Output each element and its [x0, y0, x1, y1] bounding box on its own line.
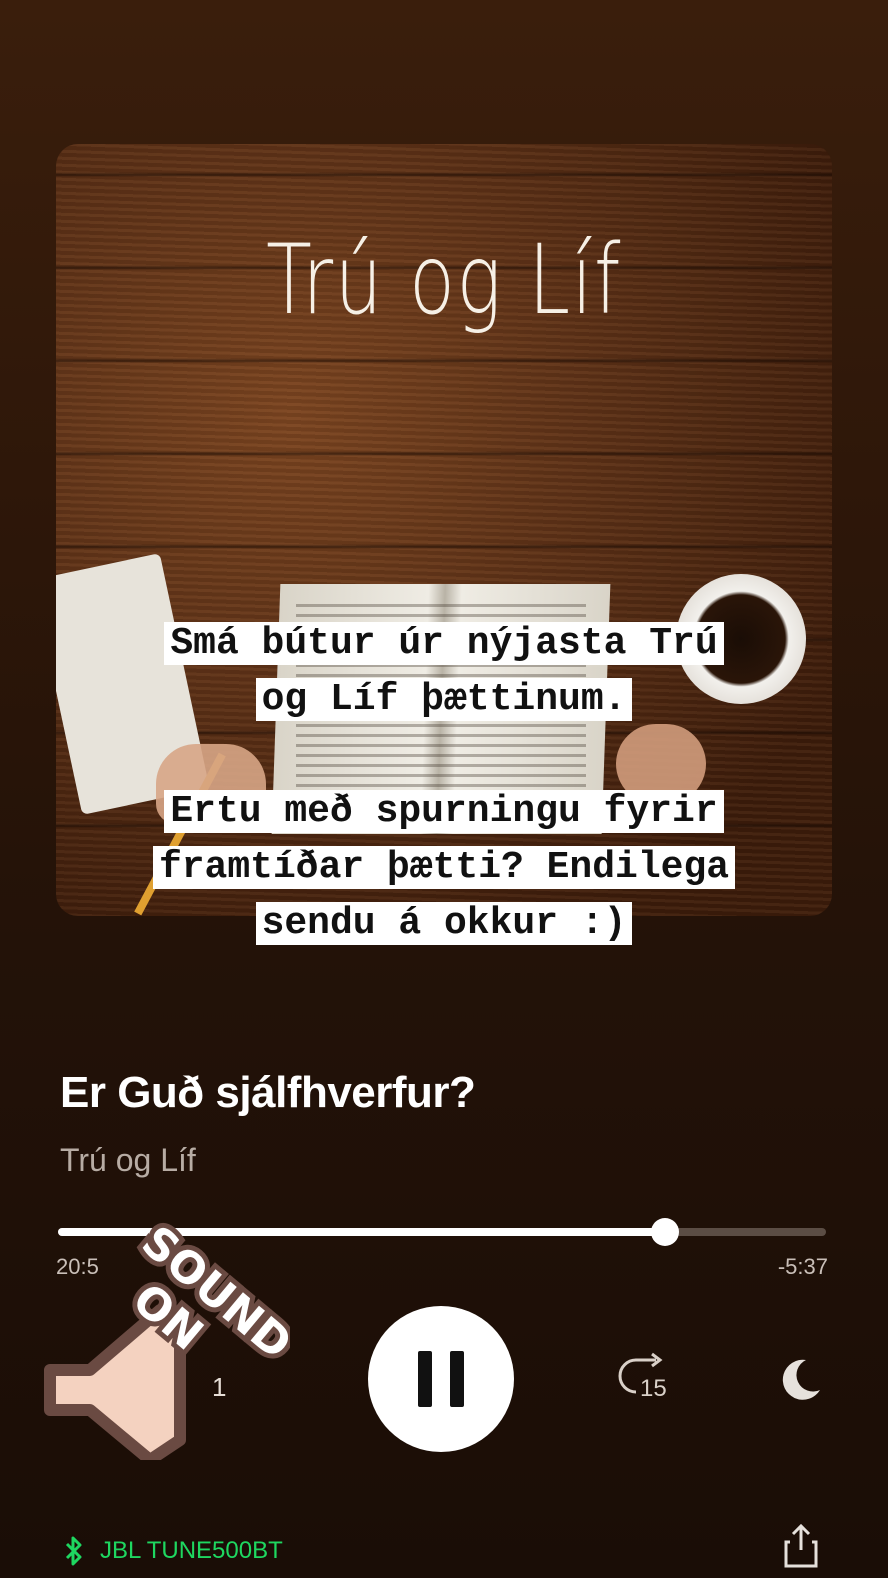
caption-line: og Líf þættinum.	[255, 678, 633, 721]
artwork-title: Trú og Líf	[266, 224, 622, 336]
track-title[interactable]: Er Guð sjálfhverfur?	[60, 1068, 476, 1118]
share-icon[interactable]	[784, 1524, 818, 1568]
story-caption: Smá bútur úr nýjasta Trú og Líf þættinum…	[40, 616, 848, 952]
caption-line: Ertu með spurningu fyrir	[164, 790, 724, 833]
skip-forward-label: 15	[640, 1375, 667, 1402]
caption-line: Smá bútur úr nýjasta Trú	[164, 622, 724, 665]
caption-block-2: Ertu með spurningu fyrir framtíðar þætti…	[40, 784, 848, 952]
pause-icon	[418, 1351, 432, 1407]
progress-handle[interactable]	[650, 1218, 679, 1246]
track-artist[interactable]: Trú og Líf	[60, 1142, 196, 1179]
caption-line: framtíðar þætti? Endilega	[152, 846, 736, 889]
pause-button[interactable]	[368, 1306, 514, 1452]
bluetooth-icon	[65, 1536, 82, 1566]
remaining-time: -5:37	[777, 1254, 828, 1279]
device-name: JBL TUNE500BT	[100, 1537, 283, 1564]
skip-forward-15-icon[interactable]: 15	[616, 1352, 676, 1404]
connected-device[interactable]: JBL TUNE500BT	[64, 1536, 283, 1566]
caption-line: sendu á okkur :)	[255, 902, 633, 945]
sleep-timer-moon-icon[interactable]	[776, 1356, 824, 1404]
sound-on-sticker: SOUND ON	[44, 1211, 290, 1460]
caption-block-1: Smá bútur úr nýjasta Trú og Líf þættinum…	[40, 616, 848, 728]
pause-icon-bar	[450, 1351, 464, 1407]
